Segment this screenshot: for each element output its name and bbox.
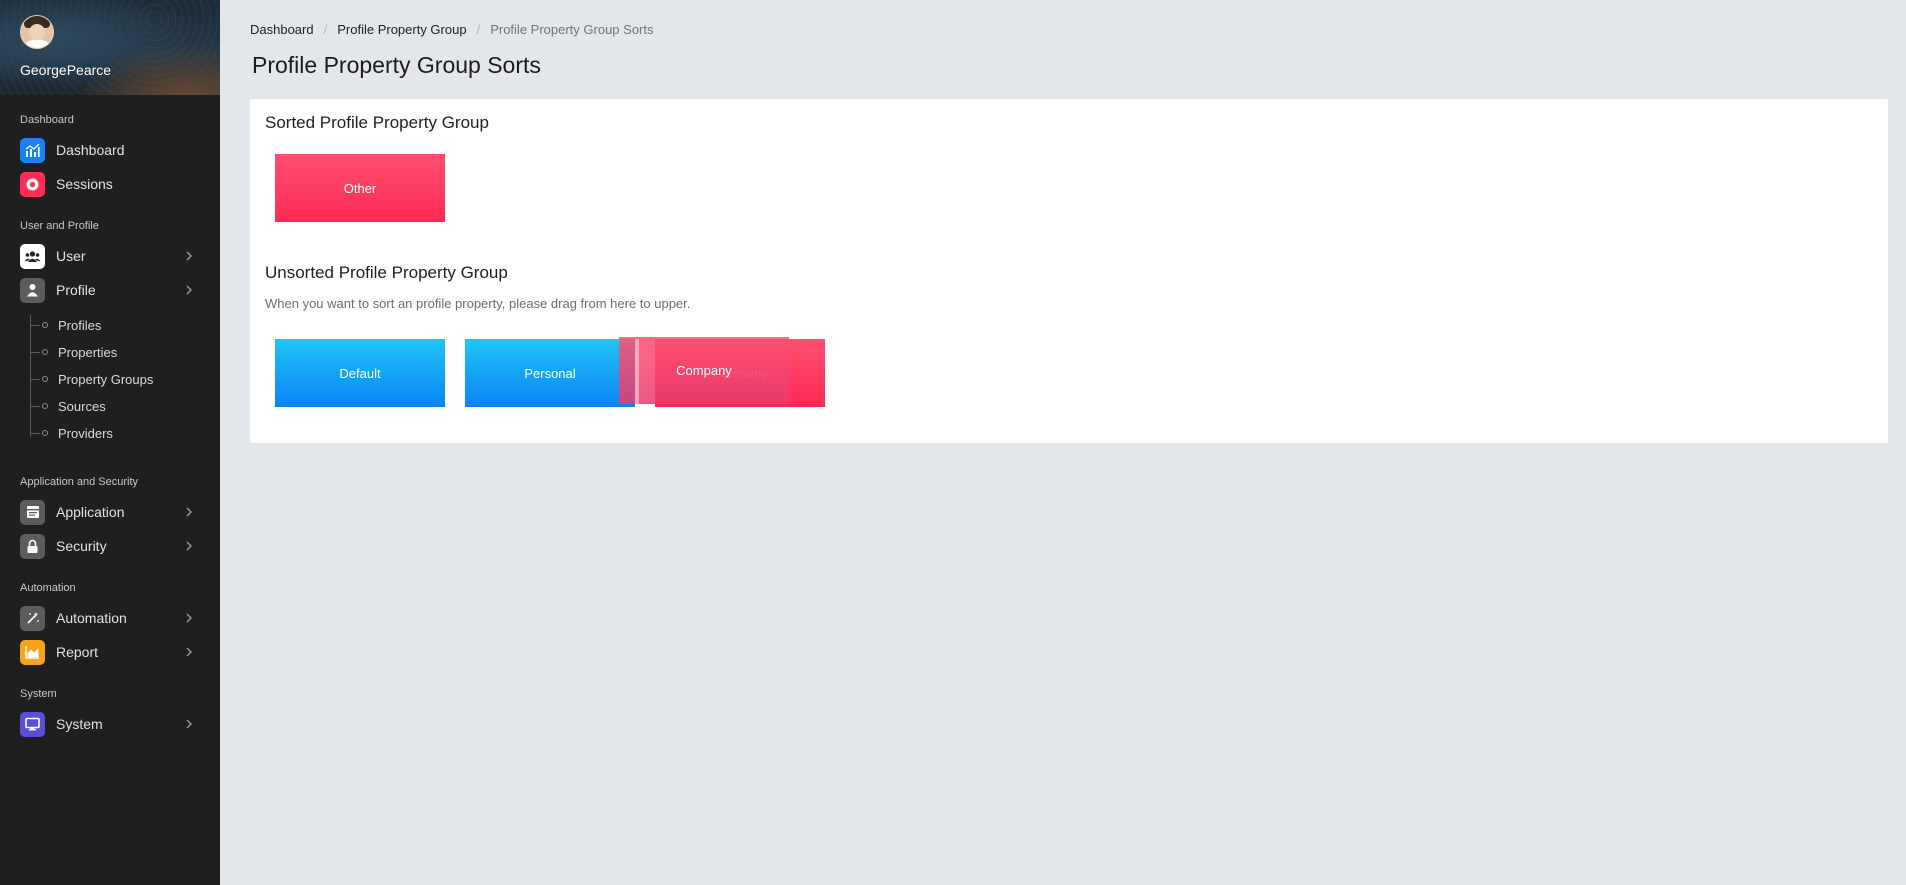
sidebar-item-label: User (56, 248, 86, 264)
sidebar-subitem-providers[interactable]: Providers (30, 423, 113, 443)
sidebar-item-automation[interactable]: Automation (20, 605, 195, 631)
chevron-right-icon (186, 719, 192, 729)
breadcrumb: Dashboard / Profile Property Group / Pro… (250, 22, 654, 37)
sidebar-item-label: Application (56, 504, 125, 520)
bullet-icon (42, 430, 48, 436)
sidebar-item-label: Report (56, 644, 99, 660)
sidebar-profile-header: GeorgePearce (0, 0, 220, 95)
chevron-right-icon (186, 285, 192, 295)
section-label-system: System (20, 688, 57, 700)
monitor-icon (20, 711, 45, 737)
sidebar-item-profile[interactable]: Profile (20, 277, 195, 303)
sidebar-item-sessions[interactable]: Sessions (20, 171, 195, 197)
sidebar-item-user[interactable]: User (20, 243, 195, 269)
page-title: Profile Property Group Sorts (252, 52, 541, 78)
users-group-icon (20, 243, 45, 269)
sidebar: GeorgePearce Dashboard Dashboard Session… (0, 0, 220, 885)
sidebar-subitem-profiles[interactable]: Profiles (30, 315, 101, 335)
sidebar-subitem-label: Properties (58, 344, 118, 360)
sidebar-subitem-properties[interactable]: Properties (30, 342, 117, 362)
bullet-icon (42, 403, 48, 409)
lock-icon (20, 533, 45, 559)
sidebar-item-label: Automation (56, 610, 127, 626)
sidebar-item-application[interactable]: Application (20, 499, 195, 525)
sort-card: Sorted Profile Property Group Other Unso… (250, 99, 1888, 443)
unsorted-tile-default[interactable]: Default (275, 339, 445, 407)
sidebar-subitem-label: Sources (58, 398, 106, 414)
magic-wand-icon (20, 605, 45, 631)
window-icon (20, 499, 45, 525)
sidebar-item-label: Dashboard (56, 142, 125, 158)
unsorted-tile-company[interactable]: Company (655, 339, 825, 407)
section-label-app-security: Application and Security (20, 476, 139, 488)
sidebar-item-system[interactable]: System (20, 711, 195, 737)
drag-ghost-edge (635, 339, 639, 404)
sidebar-item-label: Sessions (56, 176, 113, 192)
breadcrumb-dashboard[interactable]: Dashboard (250, 22, 314, 37)
drag-hint: When you want to sort an profile propert… (265, 296, 691, 311)
bullet-icon (42, 322, 48, 328)
section-label-dashboard: Dashboard (20, 114, 74, 126)
sidebar-subitem-sources[interactable]: Sources (30, 396, 106, 416)
chevron-right-icon (186, 647, 192, 657)
sidebar-item-label: System (56, 716, 103, 732)
sidebar-subitem-label: Profiles (58, 317, 102, 333)
sidebar-item-security[interactable]: Security (20, 533, 195, 559)
chevron-right-icon (186, 541, 192, 551)
section-label-automation: Automation (20, 582, 76, 594)
sidebar-item-label: Security (56, 538, 107, 554)
bullet-icon (42, 376, 48, 382)
bullet-icon (42, 349, 48, 355)
avatar-face (29, 24, 45, 41)
chevron-right-icon (186, 507, 192, 517)
chart-icon (20, 137, 45, 163)
sidebar-subitem-property-groups[interactable]: Property Groups (30, 369, 153, 389)
sidebar-subitem-label: Property Groups (58, 371, 154, 387)
record-icon (20, 171, 45, 197)
chevron-right-icon (186, 613, 192, 623)
avatar-shirt (23, 40, 51, 48)
unsorted-heading: Unsorted Profile Property Group (265, 263, 508, 282)
breadcrumb-current: Profile Property Group Sorts (490, 22, 654, 37)
chevron-right-icon (186, 251, 192, 261)
sidebar-item-label: Profile (56, 282, 96, 298)
sidebar-item-report[interactable]: Report (20, 639, 195, 665)
unsorted-tile-personal[interactable]: Personal (465, 339, 635, 407)
sorted-tile-other[interactable]: Other (275, 154, 445, 222)
username[interactable]: GeorgePearce (20, 62, 111, 78)
avatar[interactable] (20, 15, 54, 49)
sidebar-item-dashboard[interactable]: Dashboard (20, 137, 195, 163)
section-label-user-profile: User and Profile (20, 220, 99, 232)
sorted-heading: Sorted Profile Property Group (265, 113, 489, 132)
breadcrumb-profile-property-group[interactable]: Profile Property Group (337, 22, 466, 37)
area-chart-icon (20, 639, 45, 665)
person-icon (20, 277, 45, 303)
sidebar-subitem-label: Providers (58, 425, 113, 441)
